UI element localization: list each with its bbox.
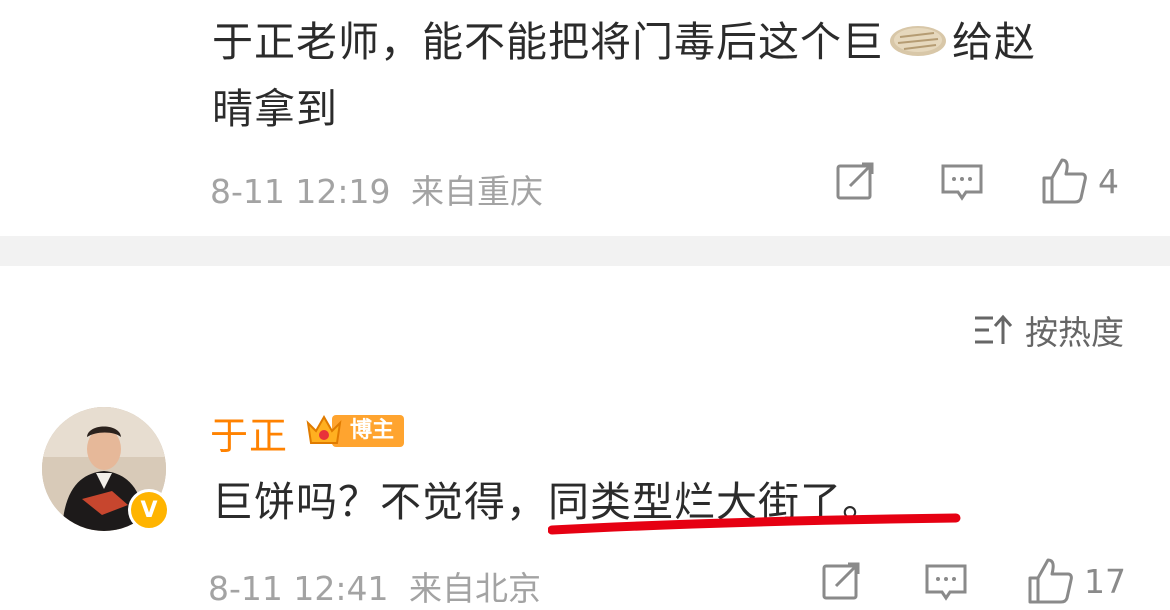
- section-divider: [0, 236, 1170, 266]
- share-button-2[interactable]: [820, 560, 864, 604]
- red-underline-mark: [548, 513, 961, 535]
- comment-2-date: 8-11 12:41: [208, 569, 389, 608]
- comment-1-text-part2: 给赵: [952, 18, 1036, 66]
- comment-2-meta: 8-11 12:41 来自北京: [208, 562, 541, 610]
- like-button-2[interactable]: 17: [1026, 556, 1126, 606]
- verified-badge: V: [128, 489, 170, 531]
- comment-2-location: 来自北京: [409, 569, 541, 608]
- verified-label: V: [140, 497, 158, 523]
- comment-icon: [925, 564, 967, 601]
- pie-emoji-icon: [888, 13, 948, 77]
- thumbs-up-icon: [1028, 558, 1073, 604]
- comment-1-meta: 8-11 12:19 来自重庆: [210, 165, 543, 213]
- like-count-2: 17: [1084, 561, 1126, 601]
- crown-icon: [306, 414, 342, 444]
- comment-button[interactable]: [940, 162, 984, 204]
- share-icon: [822, 562, 860, 600]
- like-count: 4: [1098, 161, 1119, 201]
- blogger-badge: 博主: [304, 411, 405, 451]
- comment-1-text: 于正老师，能不能把将门毒后这个巨 给赵 晴拿到: [212, 10, 1036, 141]
- comment-1-date: 8-11 12:19: [210, 172, 391, 211]
- comment-1-text-line2: 晴拿到: [212, 85, 338, 133]
- thumbs-up-icon: [1042, 158, 1087, 204]
- share-button[interactable]: [834, 160, 878, 204]
- comment-2-text-plain: 巨饼吗？不觉得，: [212, 478, 548, 526]
- comment-icon: [941, 164, 983, 201]
- comment-1-text-part1: 于正老师，能不能把将门毒后这个巨: [212, 18, 884, 66]
- sort-label: 按热度: [1025, 313, 1124, 352]
- username[interactable]: 于正: [210, 405, 288, 460]
- like-button[interactable]: 4: [1040, 156, 1119, 206]
- sort-icon: [975, 314, 1013, 344]
- comment-button-2[interactable]: [924, 562, 968, 604]
- comment-1-location: 来自重庆: [411, 172, 543, 211]
- sort-by-hot-button[interactable]: 按热度: [973, 306, 1124, 354]
- share-icon: [836, 162, 874, 200]
